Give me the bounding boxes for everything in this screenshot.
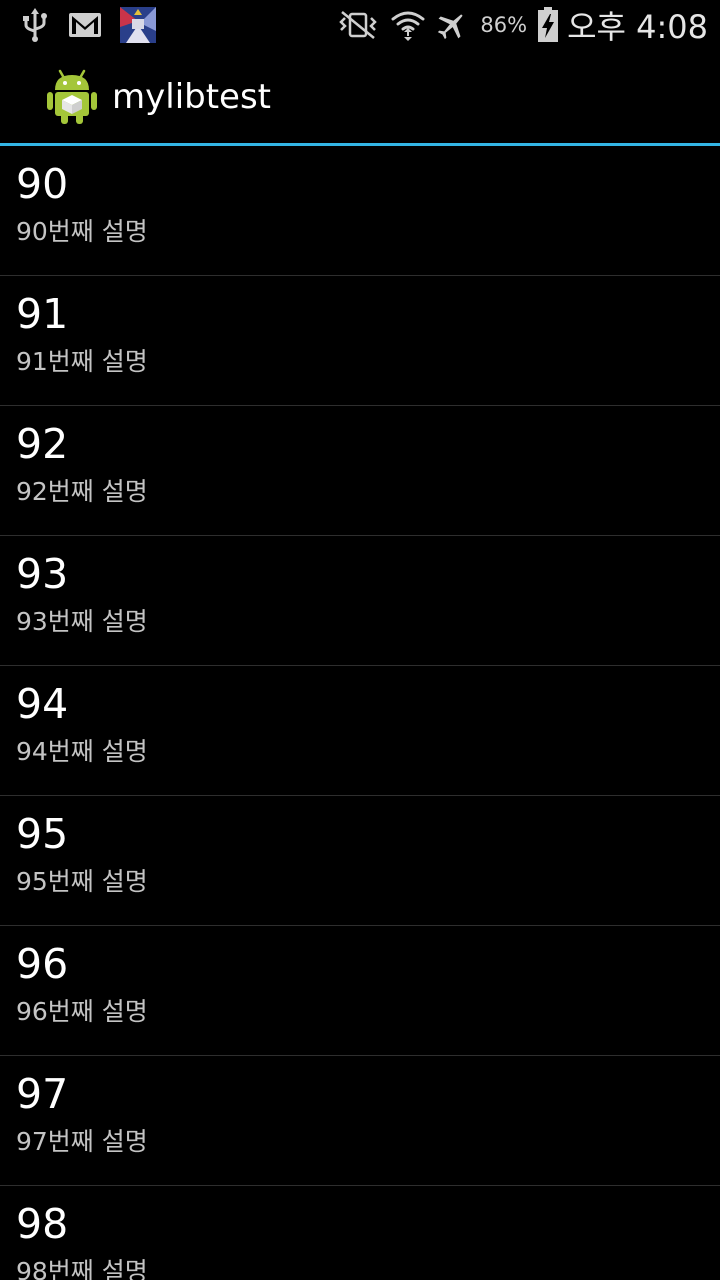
item-title: 97 xyxy=(16,1070,69,1118)
item-title: 94 xyxy=(16,680,69,728)
item-list[interactable]: 90 90번째 설명 91 91번째 설명 92 92번째 설명 93 93번째… xyxy=(0,146,720,1280)
status-right-group: 86% 오후 4:08 xyxy=(326,2,708,48)
battery-percent: 86% xyxy=(480,13,528,37)
status-left-group xyxy=(20,7,174,43)
item-title: 90 xyxy=(16,160,69,208)
item-description: 98번째 설명 xyxy=(16,1257,148,1280)
item-title: 95 xyxy=(16,810,69,858)
item-description: 92번째 설명 xyxy=(16,477,148,506)
item-title: 96 xyxy=(16,940,69,988)
item-description: 97번째 설명 xyxy=(16,1127,148,1156)
list-item[interactable]: 94 94번째 설명 xyxy=(0,666,720,796)
item-description: 90번째 설명 xyxy=(16,217,148,246)
list-item[interactable]: 97 97번째 설명 xyxy=(0,1056,720,1186)
list-item[interactable]: 92 92번째 설명 xyxy=(0,406,720,536)
action-bar: mylibtest xyxy=(0,50,720,143)
list-item[interactable]: 95 95번째 설명 xyxy=(0,796,720,926)
item-title: 91 xyxy=(16,290,69,338)
usb-icon xyxy=(20,7,50,43)
gmail-icon xyxy=(68,12,102,38)
status-bar: 86% 오후 4:08 xyxy=(0,0,720,50)
wifi-icon xyxy=(390,8,426,42)
list-item[interactable]: 93 93번째 설명 xyxy=(0,536,720,666)
item-title: 98 xyxy=(16,1200,69,1248)
item-description: 96번째 설명 xyxy=(16,997,148,1026)
item-description: 95번째 설명 xyxy=(16,867,148,896)
list-item[interactable]: 98 98번째 설명 xyxy=(0,1186,720,1280)
item-description: 94번째 설명 xyxy=(16,737,148,766)
item-description: 91번째 설명 xyxy=(16,347,148,376)
airplane-mode-icon xyxy=(436,9,468,41)
android-app-icon[interactable] xyxy=(46,69,98,125)
list-item[interactable]: 96 96번째 설명 xyxy=(0,926,720,1056)
battery-charging-icon xyxy=(537,7,559,43)
item-title: 92 xyxy=(16,420,69,468)
item-description: 93번째 설명 xyxy=(16,607,148,636)
app-notification-icon xyxy=(120,7,156,43)
list-item[interactable]: 91 91번째 설명 xyxy=(0,276,720,406)
list-item[interactable]: 90 90번째 설명 xyxy=(0,146,720,276)
vibrate-mute-icon xyxy=(336,10,380,40)
status-clock: 오후 4:08 xyxy=(567,8,708,46)
app-title: mylibtest xyxy=(112,76,272,117)
item-title: 93 xyxy=(16,550,69,598)
